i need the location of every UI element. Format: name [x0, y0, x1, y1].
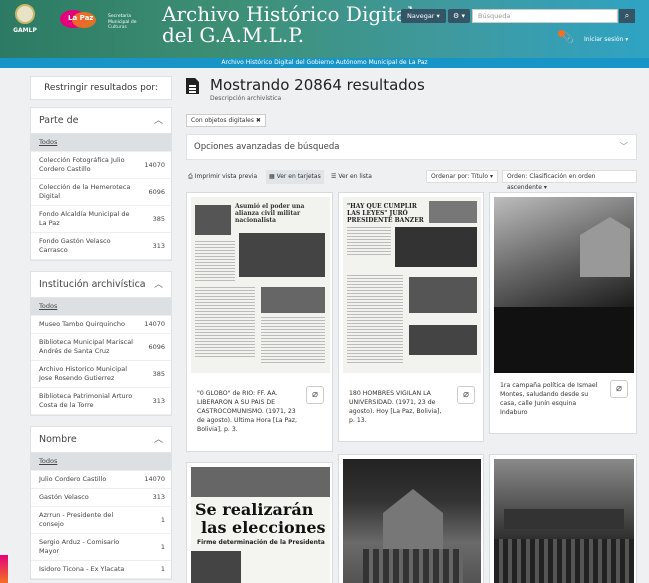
- chevron-up-icon: ︿: [153, 116, 163, 126]
- search-button[interactable]: ⌕: [619, 9, 635, 23]
- card-caption[interactable]: "0 GLOBO" de RIO: FF. AA. LIBERARON A SU…: [197, 389, 297, 434]
- site-title[interactable]: Archivo Histórico Digital del G.A.M.L.P.: [162, 4, 414, 46]
- facet-item[interactable]: Fondo Alcaldía Municipal de La Paz 385: [31, 206, 171, 233]
- chevron-up-icon: ︿: [153, 435, 163, 445]
- facet-item-todos[interactable]: Todos: [31, 298, 171, 316]
- facet-name: Nombre ︿ Todos Julio Cordero Castillo 1407…: [30, 426, 172, 580]
- facet-part-of: Parte de ︿ Todos Colección Fotográfica Ju…: [30, 107, 172, 261]
- login-button[interactable]: Iniciar sesión ▾: [584, 36, 628, 43]
- decorative-bar: [0, 555, 8, 583]
- print-preview-link[interactable]: ⎙ Imprimir vista previa: [188, 170, 257, 184]
- photo-thumbnail: [494, 459, 634, 583]
- gamlp-logo[interactable]: GAMLP: [8, 4, 42, 44]
- result-card[interactable]: [338, 454, 484, 583]
- card-caption[interactable]: 1ra campaña política de Ismael Montes, s…: [500, 381, 600, 417]
- sort-select[interactable]: Ordenar por: Título ▾: [426, 170, 498, 183]
- facet-item[interactable]: Fondo Gastón Velasco Carrasco 313: [31, 233, 171, 260]
- facet-item[interactable]: Isidoro Ticona - Ex Ylacata 1: [31, 561, 171, 579]
- facet-item-todos[interactable]: Todos: [31, 134, 171, 152]
- restrict-results-header: Restringir resultados por:: [30, 76, 172, 100]
- card-view-button[interactable]: ▦ Ver en tarjetas: [266, 170, 324, 184]
- clipboard-add-button[interactable]: ⌀: [306, 386, 324, 404]
- facet-item[interactable]: Julio Cordero Castillo 14070: [31, 471, 171, 489]
- navigate-button[interactable]: Navegar ▾: [401, 9, 446, 23]
- results-title: Mostrando 20864 resultados: [210, 76, 425, 94]
- clipboard-badge: [558, 30, 565, 37]
- facet-title[interactable]: Nombre ︿: [31, 427, 171, 453]
- facet-title[interactable]: Institución archivística ︿: [31, 272, 171, 298]
- result-card[interactable]: "HAY QUE CUMPLIR LAS LEYES" JURÓ PRESIDE…: [338, 192, 484, 442]
- clipboard-add-button[interactable]: ⌀: [457, 386, 475, 404]
- result-card[interactable]: Asumió el poder una alianza civil milita…: [186, 192, 333, 452]
- paperclip-icon: ⌀: [615, 383, 623, 394]
- site-header: GAMLP La Paz Secretaría Municipal de Cul…: [0, 0, 649, 58]
- photo-thumbnail: [343, 459, 481, 583]
- list-view-button[interactable]: ☰ Ver en lista: [331, 170, 372, 184]
- search-input[interactable]: Búsqueda: [472, 9, 618, 23]
- facet-item[interactable]: Gastón Velasco 313: [31, 489, 171, 507]
- card-caption[interactable]: 180 HOMBRES VIGILAN LA UNIVERSIDAD. (197…: [349, 389, 449, 425]
- order-select[interactable]: Orden: Clasificación en orden ascendente…: [502, 170, 637, 191]
- chevron-down-icon: ﹀: [619, 142, 628, 152]
- chevron-up-icon: ︿: [153, 280, 163, 290]
- facet-item[interactable]: Museo Tambo Quirquincho 14070: [31, 316, 171, 334]
- result-card[interactable]: 1ra campaña política de Ismael Montes, s…: [489, 192, 637, 434]
- facet-institution: Institución archivística ︿ Todos Museo Ta…: [30, 271, 172, 416]
- city-seal-icon: [15, 4, 35, 24]
- facet-title[interactable]: Parte de ︿: [31, 108, 171, 134]
- results-subtitle: Descripción archivística: [210, 95, 282, 102]
- results-toolbar: ⎙ Imprimir vista previa ▦ Ver en tarjeta…: [186, 170, 637, 191]
- clipboard-button[interactable]: 📎: [558, 30, 577, 48]
- newspaper-thumbnail: Se realizarán las elecciones Firme deter…: [191, 467, 330, 583]
- facet-item[interactable]: Azrrun - Presidente del consejo 1: [31, 507, 171, 534]
- newspaper-thumbnail: "HAY QUE CUMPLIR LAS LEYES" JURÓ PRESIDE…: [343, 197, 481, 373]
- paperclip-icon: ⌀: [311, 389, 319, 400]
- result-card[interactable]: [489, 454, 637, 583]
- newspaper-thumbnail: Asumió el poder una alianza civil milita…: [191, 197, 330, 373]
- document-icon: [186, 78, 199, 94]
- facet-item-todos[interactable]: Todos: [31, 453, 171, 471]
- facet-item[interactable]: Sergio Arduz - Comisario Mayor 1: [31, 534, 171, 561]
- search-icon: ⌕: [624, 11, 630, 20]
- facet-item[interactable]: Archivo Historico Municipal Jose Rosendo…: [31, 361, 171, 388]
- facet-item[interactable]: Colección Fotográfica Julio Cordero Cast…: [31, 152, 171, 179]
- la-paz-logo[interactable]: La Paz: [60, 10, 100, 34]
- site-subtitle: Archivo Histórico Digital del Gobierno A…: [0, 58, 649, 68]
- facet-item[interactable]: Colección de la Hemeroteca Digital 6096: [31, 179, 171, 206]
- printer-icon: ⎙: [188, 173, 193, 180]
- advanced-search-toggle[interactable]: Opciones avanzadas de búsqueda ﹀: [186, 134, 637, 160]
- result-card[interactable]: Se realizarán las elecciones Firme deter…: [186, 462, 333, 583]
- clipboard-add-button[interactable]: ⌀: [610, 380, 628, 398]
- facet-item[interactable]: Biblioteca Patrimonial Arturo Costa de l…: [31, 388, 171, 415]
- grid-icon: ▦: [269, 173, 275, 180]
- filter-chip[interactable]: Con objetos digitales ✖: [186, 114, 266, 127]
- photo-thumbnail: [494, 197, 634, 373]
- paperclip-icon: ⌀: [462, 389, 470, 400]
- culturas-logo: Secretaría Municipal de Culturas: [108, 14, 137, 30]
- settings-button[interactable]: ⚙ ▾: [448, 9, 470, 23]
- facet-sidebar: Restringir resultados por: Parte de ︿ Tod…: [30, 76, 172, 583]
- facet-item[interactable]: Biblioteca Municipal Mariscal Andrés de …: [31, 334, 171, 361]
- list-icon: ☰: [331, 173, 337, 180]
